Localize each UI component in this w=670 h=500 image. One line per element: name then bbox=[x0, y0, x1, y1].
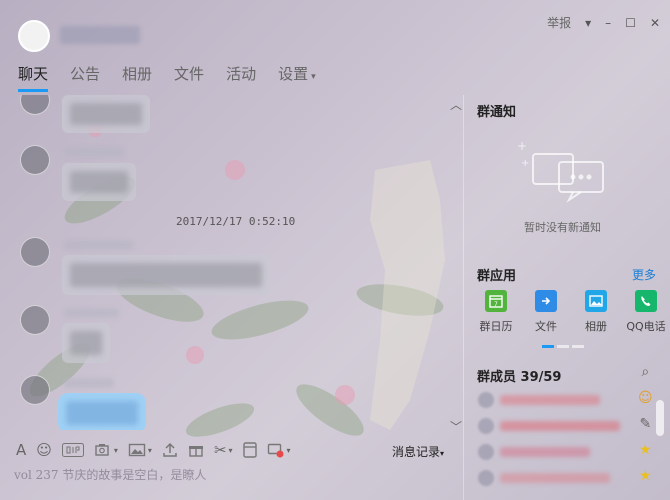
empty-notice-illustration: + + bbox=[517, 140, 604, 203]
chevron-down-icon: ▾ bbox=[440, 449, 445, 458]
svg-text:7: 7 bbox=[494, 301, 498, 308]
emoji-icon[interactable]: ☺ bbox=[36, 441, 52, 459]
star-icon[interactable]: ★ bbox=[639, 442, 652, 458]
group-apps-list: 7 群日历 文件 相册 QQ电话 bbox=[471, 290, 670, 334]
group-name-blurred bbox=[60, 26, 140, 44]
chevron-down-icon: ▾ bbox=[113, 445, 118, 455]
search-icon[interactable]: ⌕ bbox=[641, 364, 649, 380]
chevron-down-icon: ▾ bbox=[286, 445, 291, 455]
chevron-down-icon: ▾ bbox=[311, 72, 316, 82]
calendar-icon: 7 bbox=[485, 290, 507, 312]
dropdown-icon[interactable]: ▾ bbox=[585, 16, 591, 30]
group-members-title: 群成员 39/59 bbox=[477, 370, 562, 385]
edit-icon[interactable]: ✎ bbox=[639, 416, 651, 432]
message-history-button[interactable]: 消息记录▾ bbox=[392, 443, 444, 460]
member-tools: ⌕ ☺ ✎ ★ ★ bbox=[638, 364, 653, 484]
message-bubble bbox=[62, 323, 110, 363]
message-avatar[interactable] bbox=[20, 145, 50, 175]
minimize-button[interactable]: – bbox=[605, 16, 611, 30]
message-bubble bbox=[62, 95, 150, 133]
message-bubble-self bbox=[58, 393, 146, 430]
close-button[interactable]: ✕ bbox=[650, 16, 660, 30]
red-packet-icon[interactable] bbox=[242, 442, 257, 458]
chat-area[interactable]: 2017/12/17 0:52:10 bbox=[0, 95, 460, 430]
add-member-icon[interactable]: ☺ bbox=[638, 390, 653, 406]
group-avatar[interactable] bbox=[18, 20, 50, 52]
svg-text:+: + bbox=[521, 158, 529, 169]
screenshot-icon[interactable]: ▾ bbox=[94, 442, 118, 458]
file-icon bbox=[535, 290, 557, 312]
tab-activities[interactable]: 活动 bbox=[226, 58, 256, 92]
maximize-button[interactable]: ☐ bbox=[625, 16, 636, 30]
message-avatar[interactable] bbox=[20, 237, 50, 267]
tab-chat[interactable]: 聊天 bbox=[18, 58, 49, 92]
tab-album[interactable]: 相册 bbox=[122, 58, 152, 92]
input-toolbar: A ☺ ▾ ▾ ✂ ▾ ▾ bbox=[0, 436, 460, 464]
upload-icon[interactable] bbox=[162, 442, 178, 458]
sender-name bbox=[64, 147, 124, 157]
scissors-icon[interactable]: ✂ ▾ bbox=[214, 441, 233, 459]
gift-icon[interactable] bbox=[188, 442, 204, 458]
image-icon[interactable]: ▾ bbox=[128, 442, 152, 458]
sender-name bbox=[64, 308, 119, 318]
app-album[interactable]: 相册 bbox=[571, 290, 621, 334]
tab-announcement[interactable]: 公告 bbox=[70, 58, 100, 92]
message-timestamp: 2017/12/17 0:52:10 bbox=[176, 215, 296, 228]
apps-pager[interactable] bbox=[542, 345, 584, 348]
message-avatar[interactable] bbox=[20, 375, 50, 405]
gif-icon[interactable] bbox=[61, 443, 84, 457]
members-scrollbar[interactable] bbox=[656, 400, 664, 436]
app-files[interactable]: 文件 bbox=[521, 290, 571, 334]
message-input[interactable]: vol 237 节庆的故事是空白，是瞭人 bbox=[14, 466, 206, 483]
group-notice-title: 群通知 bbox=[477, 105, 517, 120]
sender-name bbox=[64, 240, 134, 250]
app-qq-call[interactable]: QQ电话 bbox=[621, 290, 670, 334]
phone-icon bbox=[635, 290, 657, 312]
report-button[interactable]: 举报 bbox=[547, 14, 571, 31]
tab-settings[interactable]: 设置 ▾ bbox=[278, 58, 316, 92]
font-icon[interactable]: A bbox=[16, 441, 26, 459]
more-apps-link[interactable]: 更多 bbox=[632, 266, 656, 283]
message-avatar[interactable] bbox=[20, 95, 50, 115]
panel-divider bbox=[463, 95, 464, 500]
title-bar: 举报 ▾ – ☐ ✕ bbox=[0, 0, 670, 52]
tab-bar: 聊天 公告 相册 文件 活动 设置 ▾ bbox=[0, 58, 338, 92]
chevron-down-icon: ▾ bbox=[147, 445, 152, 455]
collapse-down-icon[interactable]: ﹀ bbox=[450, 418, 462, 435]
tab-files[interactable]: 文件 bbox=[174, 58, 204, 92]
svg-text:+: + bbox=[517, 140, 527, 153]
group-apps-title: 群应用 bbox=[477, 269, 517, 284]
star-icon[interactable]: ★ bbox=[639, 468, 652, 484]
photo-icon bbox=[585, 290, 607, 312]
message-bubble bbox=[62, 163, 136, 201]
shake-icon[interactable]: ▾ bbox=[267, 442, 291, 458]
collapse-up-icon[interactable]: ︿ bbox=[450, 96, 462, 113]
notice-empty-text: 暂时没有新通知 bbox=[524, 221, 601, 234]
app-calendar[interactable]: 7 群日历 bbox=[471, 290, 521, 334]
sender-name bbox=[64, 378, 114, 388]
message-bubble bbox=[62, 255, 270, 295]
message-avatar[interactable] bbox=[20, 305, 50, 335]
window-controls: 举报 ▾ – ☐ ✕ bbox=[547, 14, 660, 31]
chevron-down-icon: ▾ bbox=[228, 445, 233, 455]
